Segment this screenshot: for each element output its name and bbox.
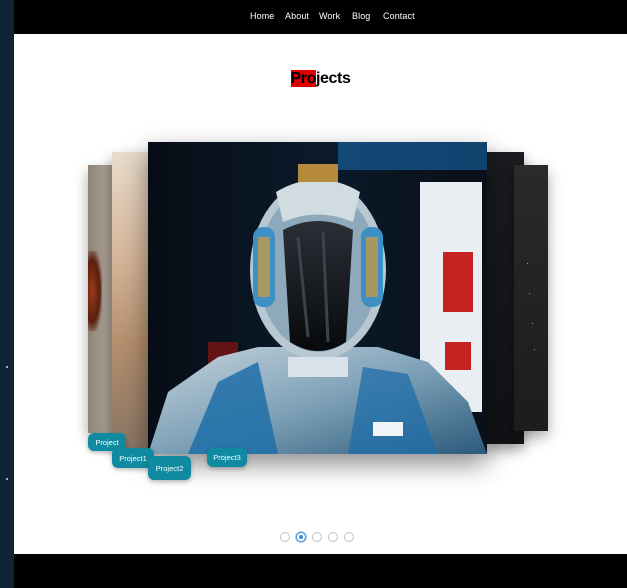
- carousel-card-night[interactable]: [514, 165, 548, 431]
- main-content: Projects Project Project1 Project3 Proje…: [14, 34, 627, 554]
- sparkle: [532, 323, 533, 324]
- carousel-pagination: [280, 532, 354, 544]
- nav-blog-link[interactable]: Blog: [352, 11, 370, 21]
- rail-dot: [6, 366, 8, 368]
- nav-home-link[interactable]: Home: [250, 11, 274, 21]
- pagination-dot-4[interactable]: [328, 532, 338, 542]
- left-rail: [0, 0, 14, 588]
- title-rest: jects: [316, 70, 351, 87]
- pagination-dot-5[interactable]: [344, 532, 354, 542]
- sparkle: [529, 293, 530, 294]
- guitar-image: [88, 251, 102, 331]
- sparkle: [527, 263, 528, 264]
- pagination-dot-3[interactable]: [312, 532, 322, 542]
- nav-work-link[interactable]: Work: [319, 11, 340, 21]
- carousel-card-interior[interactable]: [112, 152, 152, 448]
- title-highlight: Pro: [290, 70, 316, 87]
- project-label-3[interactable]: Project3: [207, 448, 247, 467]
- nav-contact-link[interactable]: Contact: [383, 11, 415, 21]
- top-navigation: Home About Work Blog Contact: [14, 0, 627, 34]
- section-title: Projects: [14, 70, 627, 88]
- nav-about-link[interactable]: About: [285, 11, 309, 21]
- rail-dot: [6, 478, 8, 480]
- robot-image: [148, 142, 487, 454]
- project-label-2[interactable]: Project2: [148, 456, 191, 480]
- pagination-dot-2[interactable]: [296, 532, 306, 542]
- pagination-dot-1[interactable]: [280, 532, 290, 542]
- carousel-card-robot[interactable]: [148, 142, 487, 454]
- footer: [14, 554, 627, 588]
- sparkle: [534, 349, 535, 350]
